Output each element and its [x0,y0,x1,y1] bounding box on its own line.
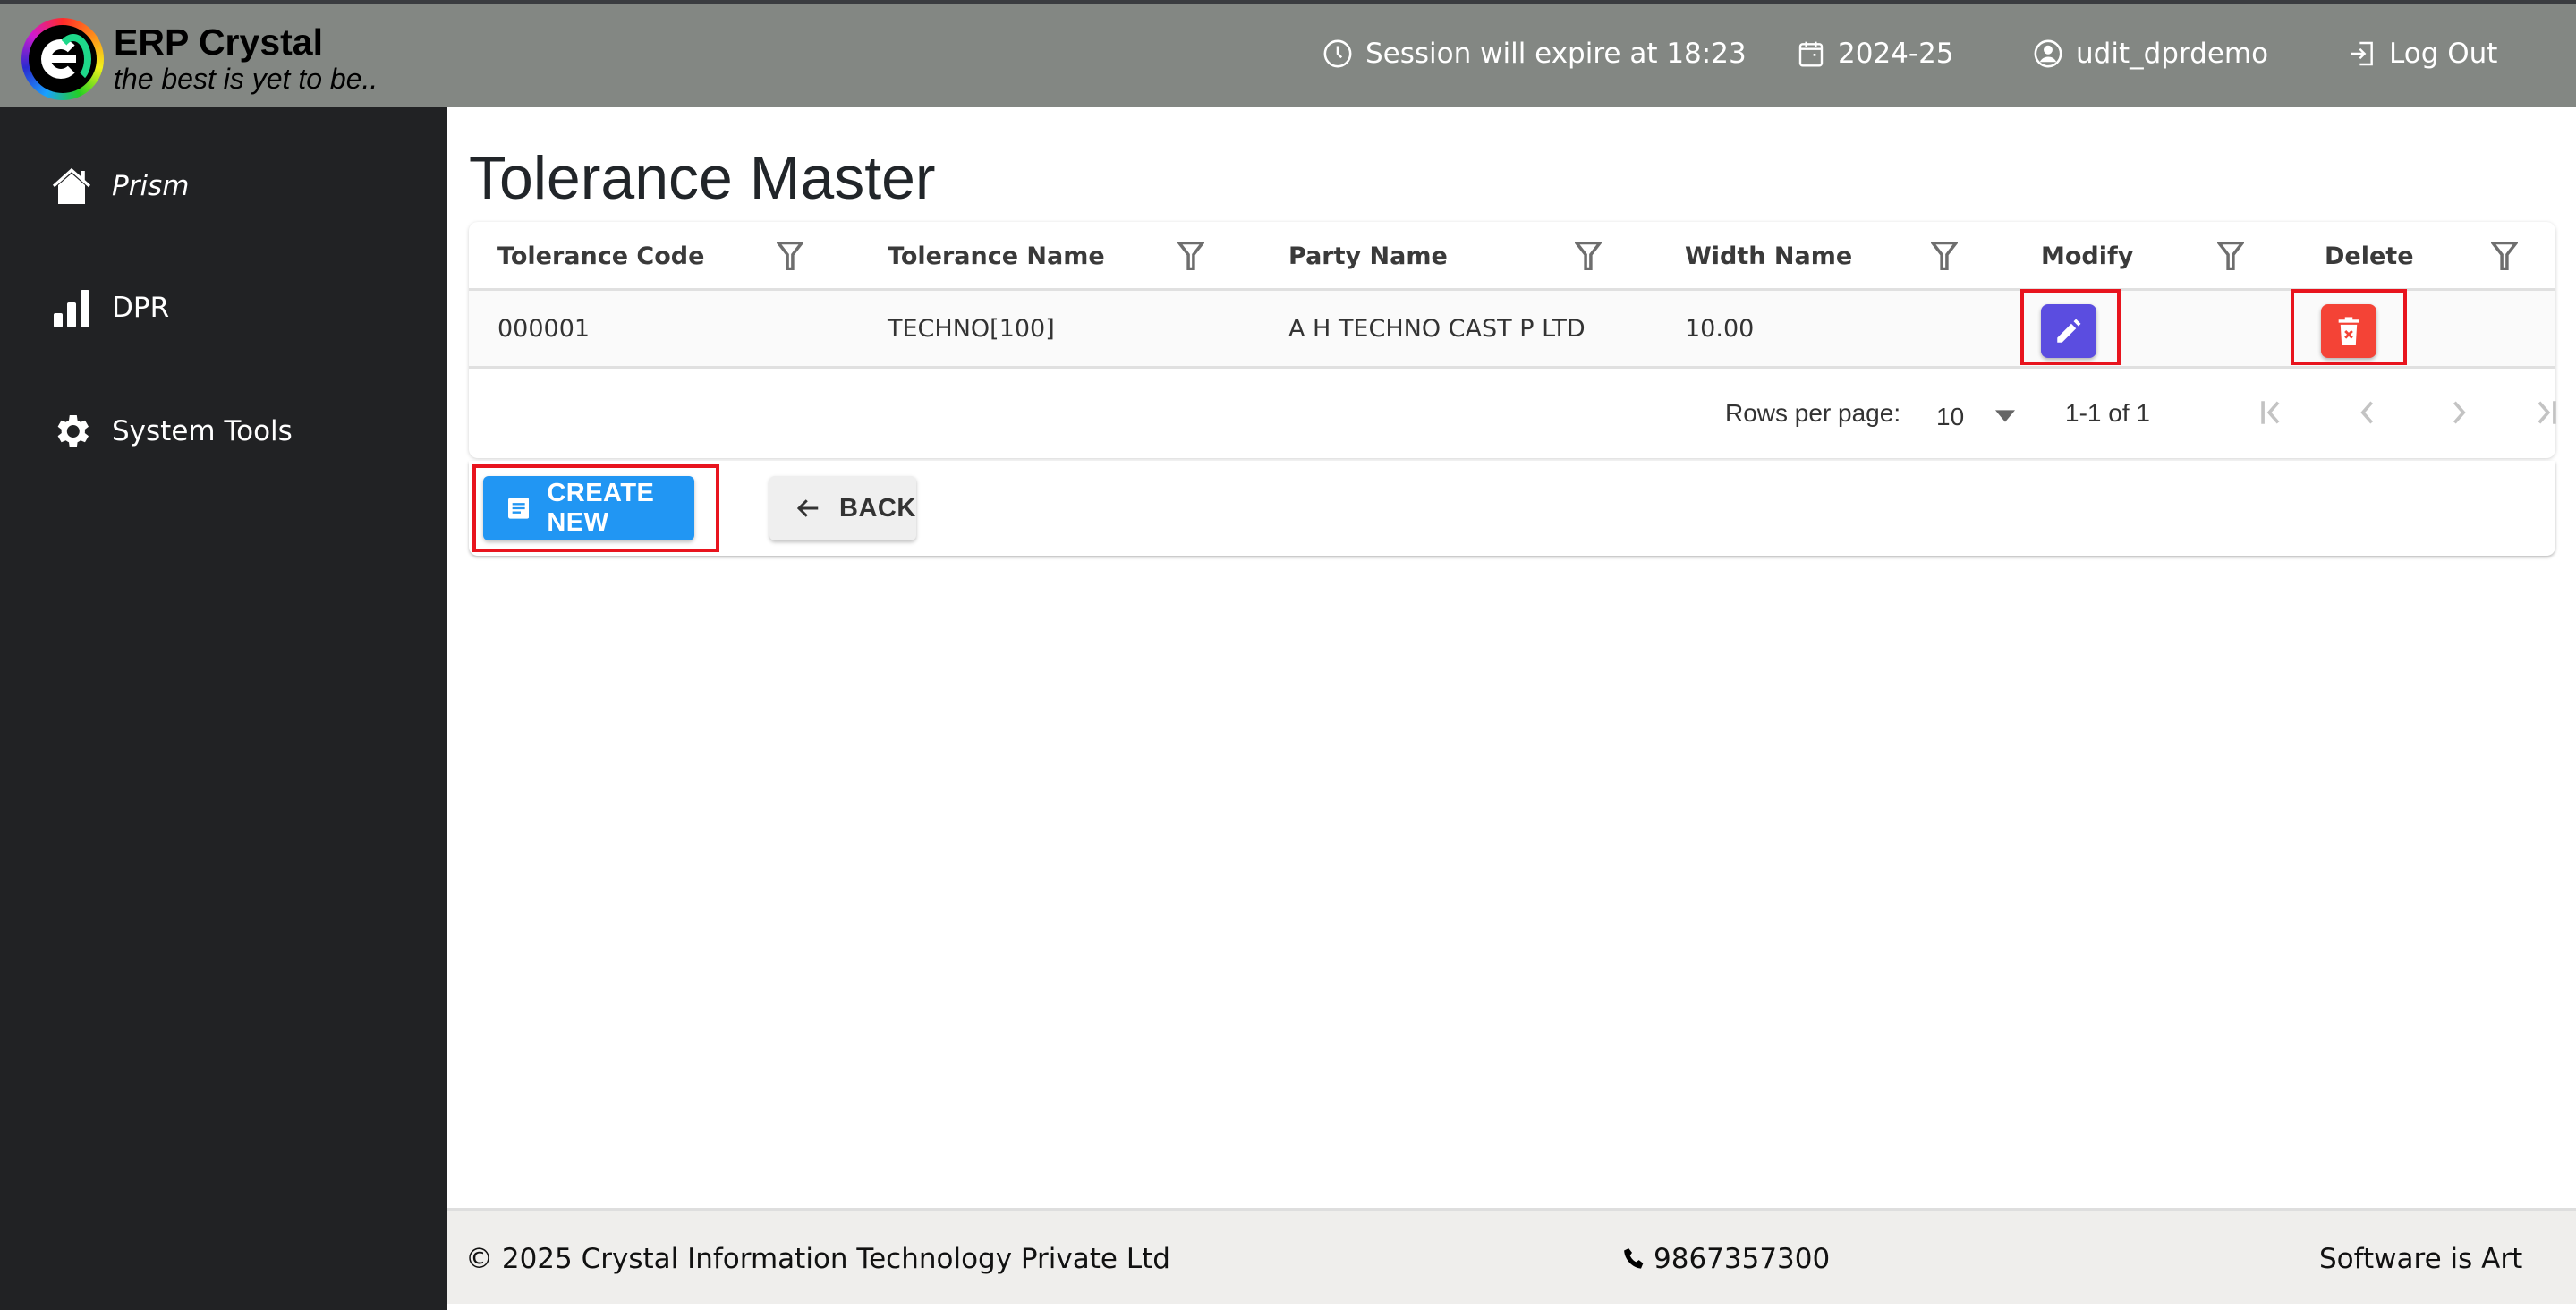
pencil-icon [2057,319,2081,343]
rows-per-page-label: Rows per page: [1725,399,1901,427]
bar-chart-icon [54,290,89,328]
column-header-delete[interactable]: Delete [2325,222,2414,291]
pagination-range: 1-1 of 1 [2065,399,2150,427]
footer-phone-number: 9867357300 [1654,1243,1831,1275]
table-header-row: Tolerance Code Tolerance Name Party Name… [469,222,2555,291]
caret-down-icon[interactable] [1995,410,2015,422]
sidebar-item-label: DPR [112,292,170,324]
table-row: 000001 TECHNO[100] A H TECHNO CAST P LTD… [469,289,2555,369]
gear-icon [57,415,89,447]
page-title: Tolerance Master [469,144,936,212]
brand-tagline: the best is yet to be.. [114,63,378,95]
filter-icon[interactable] [2217,242,2244,270]
column-header-modify[interactable]: Modify [2041,222,2133,291]
sidebar: Prism DPR System Tools [0,107,447,1310]
session-expiry: Session will expire at 18:23 [1322,38,1747,70]
filter-icon[interactable] [777,242,803,270]
financial-year-text: 2024-25 [1838,38,1954,70]
logout-icon [2351,41,2373,66]
logout-label: Log Out [2389,38,2498,70]
user-circle-icon [2034,39,2062,68]
sidebar-item-prism[interactable]: Prism [49,166,189,206]
user-profile[interactable]: udit_dprdemo [2033,38,2268,70]
arrow-left-icon [796,499,819,517]
sidebar-item-dpr[interactable]: DPR [49,288,169,328]
next-page-icon[interactable] [2448,397,2471,428]
column-header-party-name[interactable]: Party Name [1288,222,1448,291]
table-pagination: Rows per page: 10 1-1 of 1 [469,369,2556,458]
last-page-icon[interactable] [2532,397,2559,428]
footer-copyright: © 2025 Crystal Information Technology Pr… [465,1243,1170,1275]
column-header-width-name[interactable]: Width Name [1685,222,1852,291]
brand-block: ERP Crystal the best is yet to be.. [114,21,378,95]
cell-width-name: 10.00 [1685,314,1755,343]
clock-icon [1323,39,1352,68]
document-icon [508,498,530,519]
filter-icon[interactable] [2491,242,2518,270]
trash-icon [2338,317,2359,345]
sidebar-item-system-tools[interactable]: System Tools [49,410,293,453]
phone-icon [1624,1248,1644,1269]
erp-crystal-logo-icon[interactable] [21,18,104,100]
back-button[interactable]: BACK [769,476,916,540]
create-new-button[interactable]: CREATE NEW [483,476,694,540]
delete-button[interactable] [2321,304,2376,358]
footer-phone[interactable]: 9867357300 [1621,1243,1830,1275]
cell-tolerance-code: 000001 [497,314,591,343]
session-expiry-text: Session will expire at 18:23 [1365,38,1747,70]
home-icon [52,167,91,204]
tolerance-table: Tolerance Code Tolerance Name Party Name… [469,222,2556,458]
sidebar-item-label: System Tools [112,415,293,447]
sidebar-item-label: Prism [112,170,190,202]
cell-party-name: A H TECHNO CAST P LTD [1288,314,1586,343]
filter-icon[interactable] [1575,242,1602,270]
first-page-icon[interactable] [2258,397,2285,428]
app-header: ERP Crystal the best is yet to be.. Sess… [0,4,2576,107]
previous-page-icon[interactable] [2355,397,2378,428]
logout-button[interactable]: Log Out [2348,38,2497,70]
action-bar: CREATE NEW BACK [469,461,2555,556]
rows-per-page-select[interactable]: 10 [1936,403,1964,431]
cell-tolerance-name: TECHNO[100] [888,314,1055,343]
column-header-tolerance-code[interactable]: Tolerance Code [497,222,704,291]
calendar-icon [1798,41,1824,67]
back-label: BACK [839,493,916,523]
footer-slogan: Software is Art [2319,1243,2523,1275]
username-text: udit_dprdemo [2076,38,2269,70]
filter-icon[interactable] [1931,242,1958,270]
footer: © 2025 Crystal Information Technology Pr… [447,1208,2576,1304]
modify-button[interactable] [2041,304,2096,358]
brand-name: ERP Crystal [114,21,323,63]
create-new-label: CREATE NEW [547,479,655,537]
column-header-tolerance-name[interactable]: Tolerance Name [888,222,1105,291]
filter-icon[interactable] [1177,242,1204,270]
financial-year[interactable]: 2024-25 [1797,38,1954,70]
